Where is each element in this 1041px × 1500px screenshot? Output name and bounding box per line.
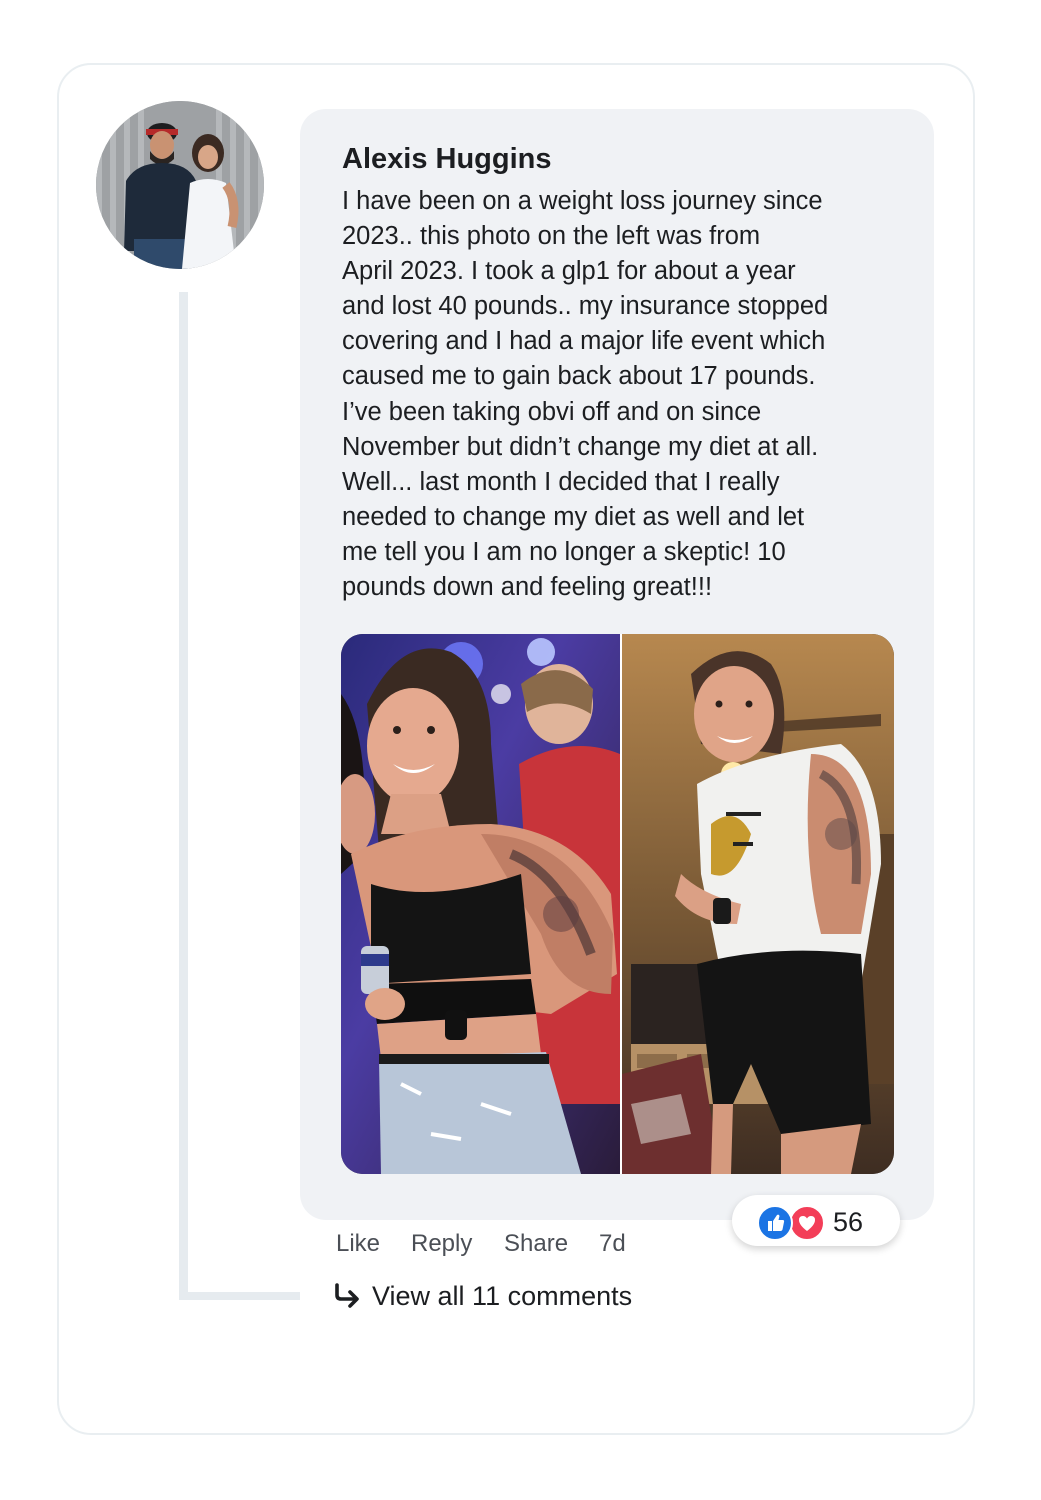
comment-text-line: April 2023. I took a glp1 for about a ye… xyxy=(342,257,796,286)
comment-photo[interactable] xyxy=(341,634,894,1174)
reaction-count[interactable]: 56 xyxy=(833,1205,863,1239)
comment-text-line: Well... last month I decided that I real… xyxy=(342,467,780,496)
comment-timestamp[interactable]: 7d xyxy=(599,1228,626,1260)
thread-line-horizontal xyxy=(179,1292,300,1300)
like-reaction-icon xyxy=(757,1205,793,1241)
comment-author[interactable]: Alexis Huggins xyxy=(342,143,552,176)
share-button[interactable]: Share xyxy=(504,1228,568,1260)
comment-text-line: caused me to gain back about 17 pounds. xyxy=(342,362,816,391)
comment-text-line: November but didn’t change my diet at al… xyxy=(342,432,819,461)
comment-text-line: needed to change my diet as well and let xyxy=(342,502,805,531)
comment-text-line: and lost 40 pounds.. my insurance stoppe… xyxy=(342,292,829,321)
comment-text-line: me tell you I am no longer a skeptic! 10 xyxy=(342,537,786,566)
before-photo xyxy=(341,634,620,1174)
after-photo xyxy=(622,634,894,1174)
comment-text: I have been on a weight loss journey sin… xyxy=(342,184,902,605)
like-button[interactable]: Like xyxy=(336,1228,380,1260)
comment-text-line: covering and I had a major life event wh… xyxy=(342,327,826,356)
reply-arrow-icon xyxy=(335,1283,359,1308)
thread-line-vertical xyxy=(179,292,188,1300)
comment-text-line: pounds down and feeling great!!! xyxy=(342,573,713,602)
comment-text-line: I’ve been taking obvi off and on since xyxy=(342,397,762,426)
avatar[interactable] xyxy=(96,101,264,269)
love-reaction-icon xyxy=(789,1205,825,1241)
comment-text-line: I have been on a weight loss journey sin… xyxy=(342,187,823,215)
comment-text-line: 2023.. this photo on the left was from xyxy=(342,222,761,251)
view-all-comments-link[interactable]: View all 11 comments xyxy=(332,1276,632,1316)
reply-button[interactable]: Reply xyxy=(411,1228,472,1260)
view-all-comments-label: View all 11 comments xyxy=(372,1280,633,1311)
profile-photo-icon xyxy=(96,101,264,269)
